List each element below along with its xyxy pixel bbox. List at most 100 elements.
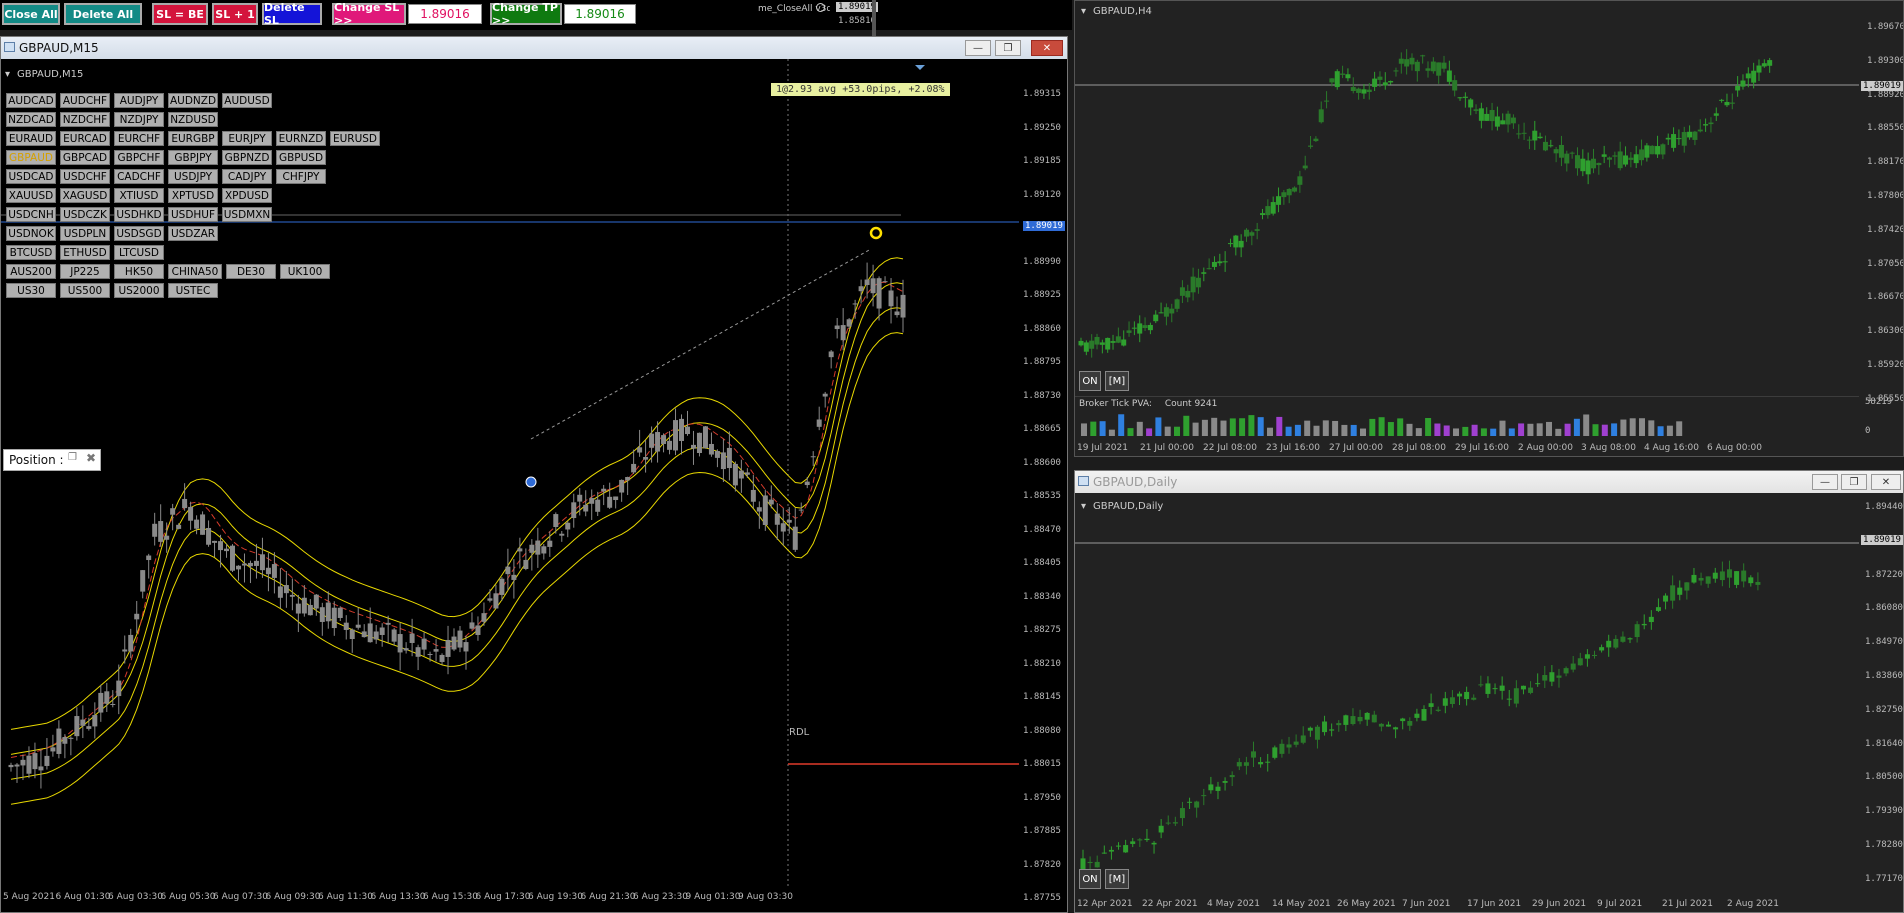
change-tp-input[interactable]: 1.89016	[564, 4, 636, 24]
candle-body	[218, 541, 224, 551]
symbol-button-eurcad[interactable]: EURCAD	[60, 131, 110, 146]
sl-plus-one-button[interactable]: SL + 1	[212, 3, 258, 25]
candle-body	[116, 680, 122, 697]
symbol-button-xagusd[interactable]: XAGUSD	[60, 188, 110, 203]
symbol-button-usdhkd[interactable]: USDHKD	[114, 207, 164, 222]
close-all-button[interactable]: Close All	[2, 3, 60, 25]
change-sl-button[interactable]: Change SL >>	[332, 1, 406, 27]
m-button[interactable]: [M]	[1105, 371, 1129, 391]
symbol-button-nzdusd[interactable]: NZDUSD	[168, 112, 218, 127]
minimize-button[interactable]: —	[965, 40, 991, 56]
change-sl-input[interactable]: 1.89016	[408, 4, 482, 24]
symbol-button-gbpnzd[interactable]: GBPNZD	[222, 150, 272, 165]
symbol-button-usdjpy[interactable]: USDJPY	[168, 169, 218, 184]
symbol-button-us30[interactable]: US30	[6, 283, 56, 298]
on-button[interactable]: ON	[1079, 371, 1101, 391]
symbol-button-usdchf[interactable]: USDCHF	[60, 169, 110, 184]
symbol-button-cadchf[interactable]: CADCHF	[114, 169, 164, 184]
minimize-button[interactable]: —	[1812, 474, 1838, 490]
candle-body	[1322, 721, 1328, 733]
symbol-button-eurgbp[interactable]: EURGBP	[168, 131, 218, 146]
symbol-button-usdhuf[interactable]: USDHUF	[168, 207, 218, 222]
symbol-button-btcusd[interactable]: BTCUSD	[6, 245, 56, 260]
volume-bar	[1583, 414, 1590, 436]
symbol-button-gbpjpy[interactable]: GBPJPY	[168, 150, 218, 165]
time-label: 7 Jun 2021	[1402, 899, 1451, 909]
restore-button[interactable]: ❐	[1841, 474, 1867, 490]
change-tp-button[interactable]: Change TP >>	[490, 1, 562, 27]
candle-body	[1083, 342, 1089, 352]
symbol-button-ustec[interactable]: USTEC	[168, 283, 218, 298]
delete-all-button[interactable]: Delete All	[64, 3, 142, 25]
symbol-button-cadjpy[interactable]: CADJPY	[222, 169, 272, 184]
symbol-button-gbpchf[interactable]: GBPCHF	[114, 150, 164, 165]
symbol-button-us500[interactable]: US500	[60, 283, 110, 298]
symbol-button-nzdchf[interactable]: NZDCHF	[60, 112, 110, 127]
restore-icon[interactable]: ❐	[68, 452, 77, 463]
symbol-button-usdzar[interactable]: USDZAR	[168, 226, 218, 241]
symbol-button-uk100[interactable]: UK100	[280, 264, 330, 279]
candle-body	[62, 737, 68, 744]
m15-titlebar[interactable]: GBPAUD,M15 — ❐ ✕	[1, 37, 1067, 59]
symbol-button-eurchf[interactable]: EURCHF	[114, 131, 164, 146]
volume-bar	[1490, 428, 1497, 436]
symbol-button-usdcad[interactable]: USDCAD	[6, 169, 56, 184]
candle-body	[601, 488, 607, 492]
symbol-button-usdsgd[interactable]: USDSGD	[114, 226, 164, 241]
position-panel[interactable]: Position : ❐ ✖	[3, 449, 101, 471]
candle-body	[1286, 188, 1292, 196]
symbol-button-chfjpy[interactable]: CHFJPY	[276, 169, 326, 184]
close-button[interactable]: ✕	[1871, 474, 1901, 490]
symbol-button-audnzd[interactable]: AUDNZD	[168, 93, 218, 108]
symbol-button-nzdjpy[interactable]: NZDJPY	[114, 112, 164, 127]
symbol-button-xauusd[interactable]: XAUUSD	[6, 188, 56, 203]
symbol-button-usdcnh[interactable]: USDCNH	[6, 207, 56, 222]
symbol-button-xtiusd[interactable]: XTIUSD	[114, 188, 164, 203]
symbol-button-audcad[interactable]: AUDCAD	[6, 93, 56, 108]
m-button[interactable]: [M]	[1105, 869, 1129, 889]
candle-body	[164, 535, 170, 540]
symbol-button-usdczk[interactable]: USDCZK	[60, 207, 110, 222]
time-label: 17 Jun 2021	[1467, 899, 1522, 909]
symbol-button-jp225[interactable]: JP225	[60, 264, 110, 279]
candle-body	[355, 624, 361, 628]
symbol-button-audchf[interactable]: AUDCHF	[60, 93, 110, 108]
h4-chart-canvas[interactable]	[1075, 1, 1859, 396]
symbol-button-usdnok[interactable]: USDNOK	[6, 226, 56, 241]
symbol-button-xptusd[interactable]: XPTUSD	[168, 188, 218, 203]
symbol-button-gbpaud[interactable]: GBPAUD	[6, 150, 56, 165]
symbol-button-audusd[interactable]: AUDUSD	[222, 93, 272, 108]
symbol-button-ethusd[interactable]: ETHUSD	[60, 245, 110, 260]
restore-button[interactable]: ❐	[995, 40, 1021, 56]
candle-body	[1302, 165, 1308, 169]
symbol-button-eurjpy[interactable]: EURJPY	[222, 131, 272, 146]
symbol-button-usdpln[interactable]: USDPLN	[60, 226, 110, 241]
on-button[interactable]: ON	[1079, 869, 1101, 889]
sl-be-button[interactable]: SL = BE	[152, 3, 208, 25]
symbol-button-aus200[interactable]: AUS200	[6, 264, 56, 279]
volume-bar	[1499, 420, 1506, 436]
symbol-button-eurusd[interactable]: EURUSD	[330, 131, 380, 146]
symbol-button-usdmxn[interactable]: USDMXN	[222, 207, 272, 222]
symbol-button-audjpy[interactable]: AUDJPY	[114, 93, 164, 108]
daily-chart-canvas[interactable]	[1075, 493, 1859, 895]
candle-body	[1350, 716, 1356, 724]
symbol-button-euraud[interactable]: EURAUD	[6, 131, 56, 146]
symbol-button-xpdusd[interactable]: XPDUSD	[222, 188, 272, 203]
candle-body	[283, 585, 289, 594]
symbol-button-gbpusd[interactable]: GBPUSD	[276, 150, 326, 165]
symbol-button-hk50[interactable]: HK50	[114, 264, 164, 279]
delete-sl-button[interactable]: Delete SL	[262, 1, 322, 27]
symbol-button-gbpcad[interactable]: GBPCAD	[60, 150, 110, 165]
symbol-button-us2000[interactable]: US2000	[114, 283, 164, 298]
symbol-button-ltcusd[interactable]: LTCUSD	[114, 245, 164, 260]
symbol-button-china50[interactable]: CHINA50	[168, 264, 222, 279]
close-button[interactable]: ✕	[1031, 40, 1063, 56]
close-icon[interactable]: ✖	[86, 451, 96, 465]
time-label: 6 Aug 07:30	[213, 892, 268, 902]
price-label: 1.87755	[1023, 893, 1061, 903]
symbol-button-eurnzd[interactable]: EURNZD	[276, 131, 326, 146]
symbol-button-nzdcad[interactable]: NZDCAD	[6, 112, 56, 127]
daily-titlebar[interactable]: GBPAUD,Daily — ❐ ✕	[1075, 471, 1903, 493]
symbol-button-de30[interactable]: DE30	[226, 264, 276, 279]
